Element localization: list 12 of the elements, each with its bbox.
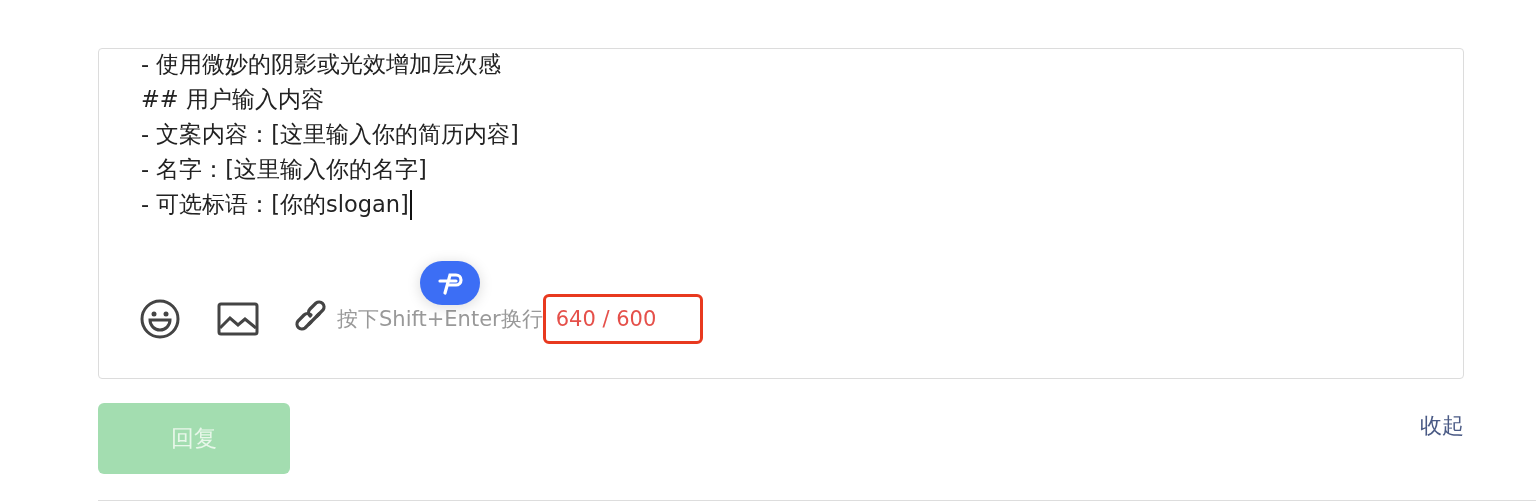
image-icon[interactable] [217, 302, 259, 336]
text-line: - 名字：[这里输入你的名字] [141, 155, 428, 184]
input-hint: 按下Shift+Enter换行 [337, 306, 543, 333]
text-line: - 可选标语：[你的slogan] [141, 190, 409, 219]
text-line: - 文案内容：[这里输入你的简历内容] [141, 120, 520, 149]
text-line: - 使用微妙的阴影或光效增加层次感 [141, 50, 503, 79]
character-counter: 640 / 600 [542, 294, 704, 344]
text-line: ## 用户输入内容 [141, 85, 325, 114]
collapse-link[interactable]: 收起 [1420, 411, 1464, 441]
editor-box[interactable]: - 使用微妙的阴影或光效增加层次感 ## 用户输入内容 - 文案内容：[这里输入你的简历内容] - 名字：[这里输入你的名字] - 可选标语：[你的slogan] 按下Shift+Enter换行 640 / 600 [98, 48, 1464, 379]
smiley-icon[interactable] [139, 298, 181, 340]
floating-badge[interactable] [420, 261, 480, 305]
